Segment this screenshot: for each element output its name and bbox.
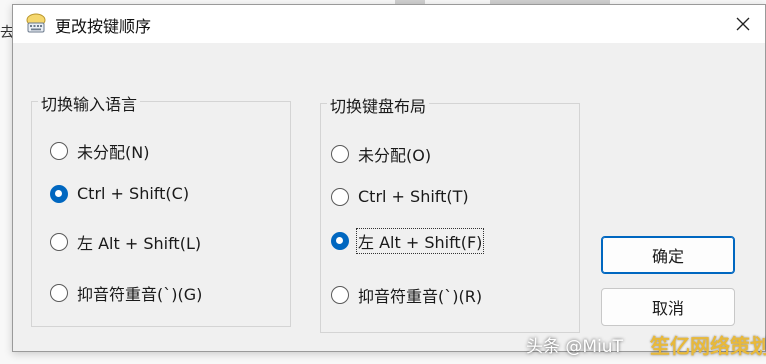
group-legend: 切换键盘布局 <box>327 93 430 117</box>
radio-layout-ctrl-shift[interactable]: Ctrl + Shift(T) <box>331 186 471 207</box>
radio-label: 未分配(O) <box>358 146 432 165</box>
radio-button[interactable] <box>50 284 68 302</box>
radio-input-grave-accent[interactable]: 抑音符重音(`)(G) <box>50 280 204 306</box>
radio-button-selected[interactable] <box>50 184 68 203</box>
radio-input-unassigned[interactable]: 未分配(N) <box>50 138 151 164</box>
radio-button[interactable] <box>50 142 68 160</box>
radio-input-left-alt-shift[interactable]: 左 Alt + Shift(L) <box>50 229 203 255</box>
watermark-logo: 笙亿网络策划 <box>650 334 766 358</box>
switch-keyboard-layout-group: 切换键盘布局 未分配(O) Ctrl + Shift(T) 左 Alt + Sh… <box>320 93 580 333</box>
radio-button[interactable] <box>331 187 349 206</box>
radio-button-selected[interactable] <box>331 232 349 250</box>
switch-input-language-group: 切换输入语言 未分配(N) Ctrl + Shift(C) 左 Alt + Sh… <box>31 91 291 327</box>
radio-label: 抑音符重音(`)(G) <box>77 285 203 304</box>
radio-label: 抑音符重音(`)(R) <box>358 287 483 306</box>
radio-layout-left-alt-shift[interactable]: 左 Alt + Shift(F) <box>331 228 485 254</box>
radio-label: Ctrl + Shift(C) <box>77 184 190 203</box>
change-key-sequence-dialog: 更改按键顺序 切换输入语言 未分配(N) Ctrl + Shift(C) 左 A… <box>12 4 766 352</box>
radio-label: 未分配(N) <box>77 143 150 162</box>
ok-button[interactable]: 确定 <box>601 236 735 274</box>
dialog-title: 更改按键顺序 <box>55 17 152 36</box>
radio-button[interactable] <box>50 233 68 251</box>
radio-label: Ctrl + Shift(T) <box>358 187 469 206</box>
radio-button[interactable] <box>331 145 349 163</box>
group-legend: 切换输入语言 <box>38 91 141 115</box>
title-bar[interactable]: 更改按键顺序 <box>13 5 765 43</box>
cancel-button[interactable]: 取消 <box>601 288 735 326</box>
close-icon <box>736 17 750 31</box>
close-button[interactable] <box>721 5 765 43</box>
radio-button[interactable] <box>331 286 349 304</box>
radio-layout-unassigned[interactable]: 未分配(O) <box>331 141 433 167</box>
background-window-left <box>0 0 12 364</box>
keyboard-language-icon <box>26 13 46 33</box>
radio-label-focused: 左 Alt + Shift(F) <box>356 228 485 254</box>
radio-input-ctrl-shift[interactable]: Ctrl + Shift(C) <box>50 183 191 204</box>
radio-label: 左 Alt + Shift(L) <box>77 234 202 253</box>
watermark-text: 头条 @MiuT <box>526 337 623 357</box>
radio-layout-grave-accent[interactable]: 抑音符重音(`)(R) <box>331 282 484 308</box>
